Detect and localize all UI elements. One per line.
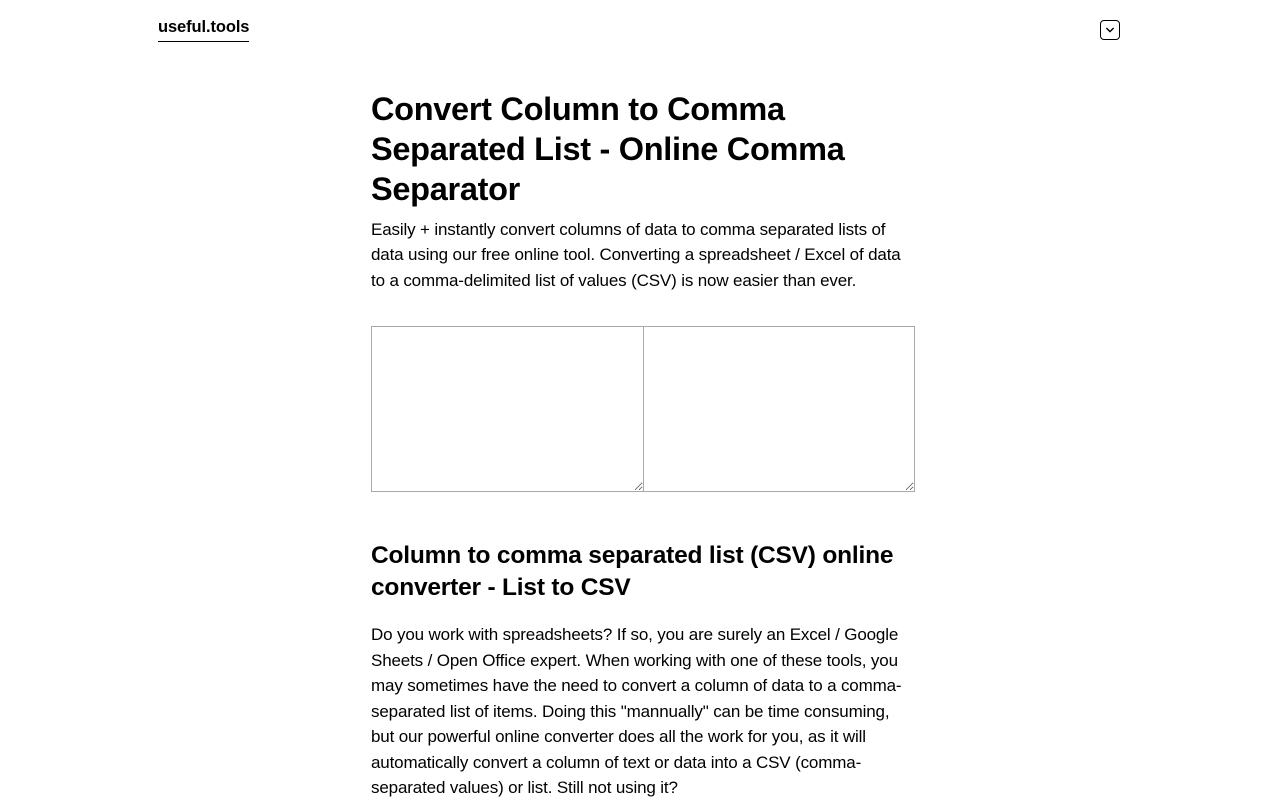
page-title: Convert Column to Comma Separated List -… xyxy=(371,90,916,210)
site-header: useful.tools xyxy=(0,0,1280,42)
converter-row xyxy=(371,326,916,492)
chevron-down-icon xyxy=(1106,26,1114,34)
section-heading: Column to comma separated list (CSV) onl… xyxy=(371,540,916,604)
csv-output[interactable] xyxy=(643,326,915,492)
page-subtitle: Easily + instantly convert columns of da… xyxy=(371,217,916,294)
site-logo[interactable]: useful.tools xyxy=(158,18,249,42)
section-body: Do you work with spreadsheets? If so, yo… xyxy=(371,622,916,801)
menu-toggle-button[interactable] xyxy=(1100,20,1120,40)
column-input[interactable] xyxy=(371,326,643,492)
main-content: Convert Column to Comma Separated List -… xyxy=(371,42,916,801)
